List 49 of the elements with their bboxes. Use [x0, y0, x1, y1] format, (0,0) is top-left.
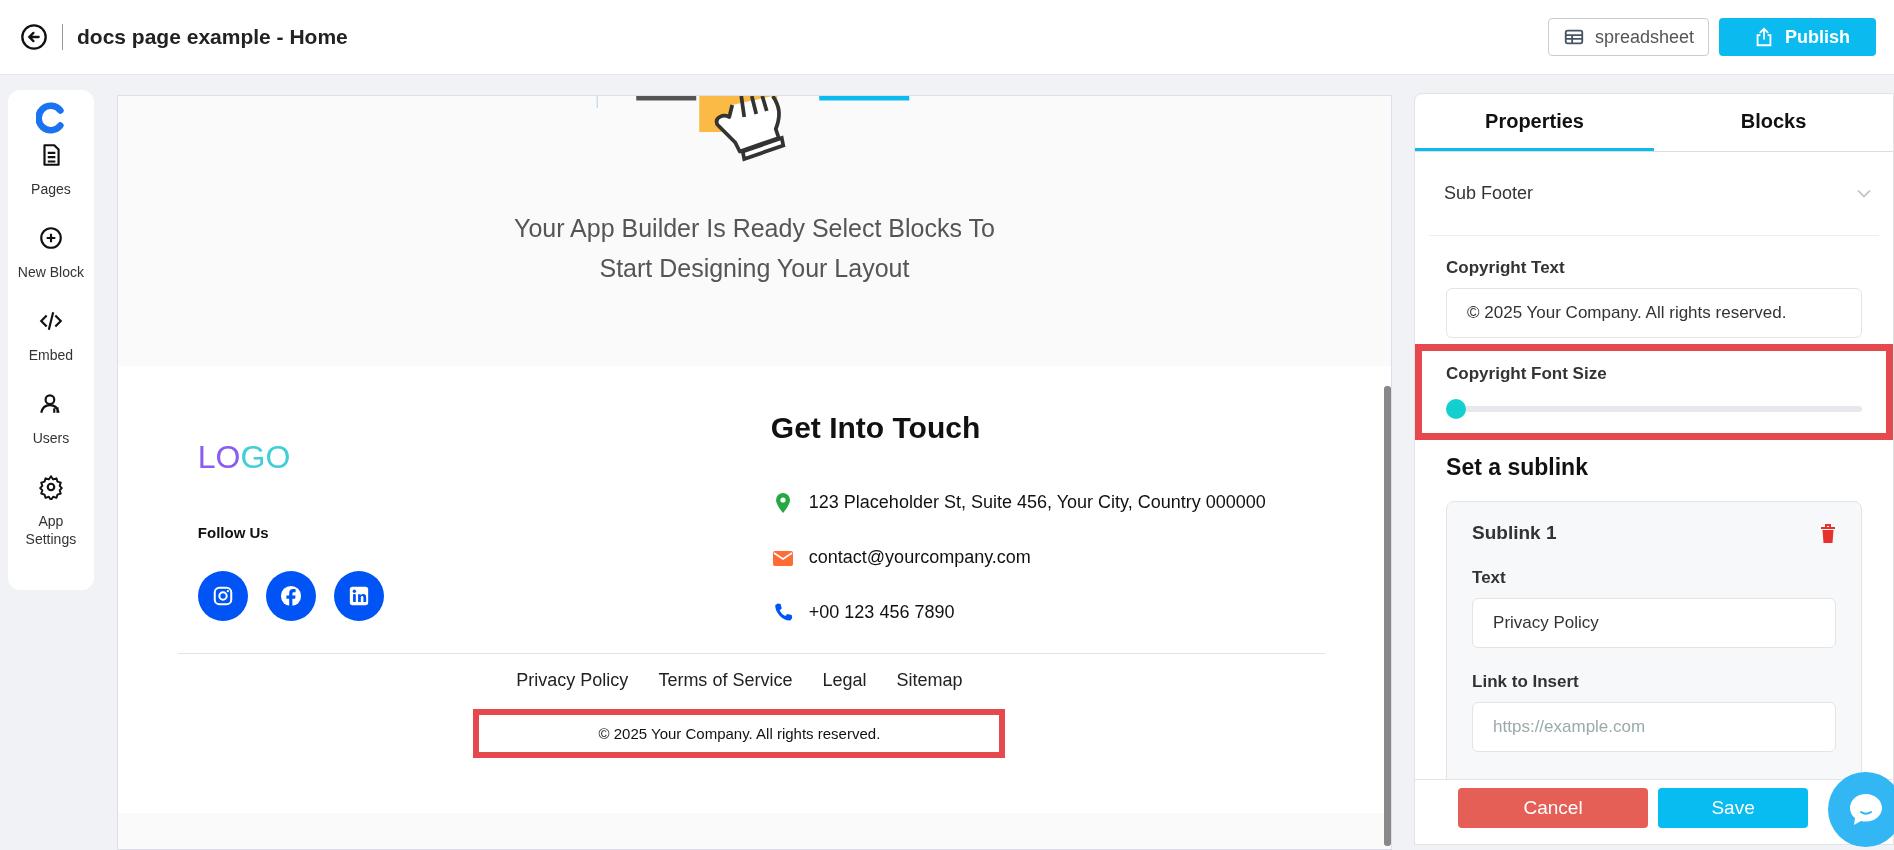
sublink-title: Sublink 1 [1472, 522, 1557, 544]
text-input-field[interactable]: Privacy Policy [1472, 598, 1836, 648]
chevron-down-icon [1857, 188, 1871, 199]
logo-text: LOGO [197, 439, 292, 476]
chat-button[interactable] [1828, 772, 1894, 847]
text-input-field[interactable]: https://example.com [1472, 702, 1836, 752]
facebook-icon [279, 585, 302, 607]
slider-track[interactable] [1446, 399, 1862, 419]
copyright-text: © 2025 Your Company. All rights reserved. [473, 709, 1006, 758]
field-label: Link to Insert [1472, 672, 1580, 692]
back-button[interactable] [20, 23, 48, 51]
plus-circle-icon [37, 225, 64, 251]
field-label: Copyright Text [1446, 258, 1566, 278]
trash-icon [1820, 523, 1836, 543]
field-label: Text [1472, 568, 1507, 588]
empty-canvas-message: Your App Builder Is Ready Select Blocks To Start Designing Your Layout [513, 213, 996, 284]
field-label: Copyright Font Size [1446, 364, 1608, 384]
delete-button[interactable] [1820, 523, 1836, 543]
sidebar-item[interactable]: App Settings [15, 474, 86, 548]
contact-text: +00 123 456 7890 [808, 602, 955, 623]
social-media-button[interactable] [265, 571, 316, 621]
contact-text: 123 Placeholder St, Suite 456, Your City, Country 000000 [808, 492, 1266, 513]
panel-tab[interactable]: Blocks [1654, 94, 1893, 151]
contact-heading: Get Into Touch [770, 411, 982, 445]
scrollbar-thumb[interactable] [1384, 386, 1392, 846]
sidebar-item[interactable]: Embed [15, 308, 86, 364]
linkedin-icon [347, 585, 370, 607]
social-media-button[interactable] [197, 571, 248, 621]
spreadsheet-button[interactable]: spreadsheet [1547, 18, 1709, 56]
settings-icon [37, 474, 64, 500]
sidebar-item[interactable]: Users [15, 391, 86, 447]
section-heading: Set a sublink [1446, 454, 1589, 481]
text-input-field[interactable]: © 2025 Your Company. All rights reserved. [1446, 288, 1862, 338]
sidebar-item[interactable]: New Block [15, 225, 86, 281]
contact-text: contact@yourcompany.com [808, 547, 1031, 568]
instagram-icon [211, 585, 234, 607]
page-title: docs page example - Home [77, 25, 349, 49]
footer-link[interactable]: Legal [822, 670, 867, 691]
slider-thumb[interactable] [1446, 399, 1467, 419]
footer-link[interactable]: Sitemap [896, 670, 963, 691]
panel-tab[interactable]: Properties [1415, 94, 1655, 151]
app-logo-icon [35, 102, 66, 134]
social-media-button[interactable] [333, 571, 384, 621]
section-dropdown[interactable]: Sub Footer [1429, 152, 1879, 236]
follow-label: Follow Us [197, 524, 270, 541]
section-title: Sub Footer [1444, 183, 1534, 204]
footer-link[interactable]: Privacy Policy [516, 670, 629, 691]
sidebar-item[interactable]: Pages [15, 142, 86, 198]
footer-link[interactable]: Terms of Service [658, 670, 793, 691]
